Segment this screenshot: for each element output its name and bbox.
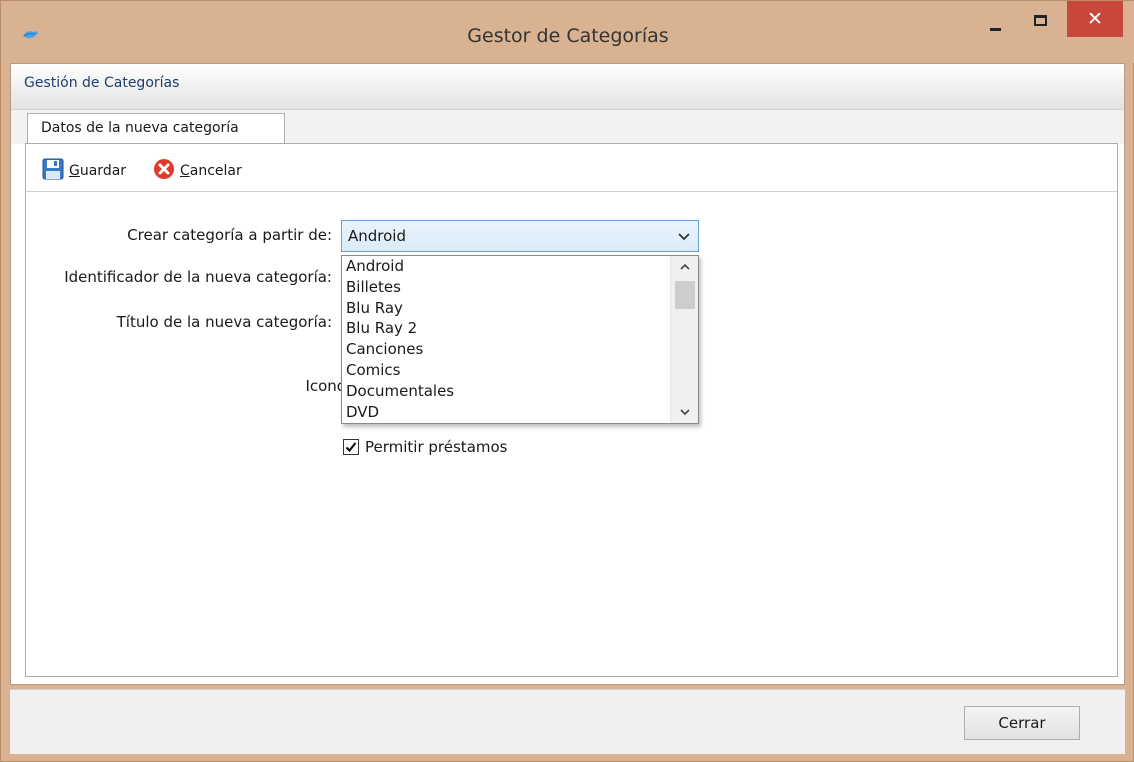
category-title-label: Título de la nueva categoría: xyxy=(116,313,332,331)
save-label: uardar xyxy=(79,163,127,179)
tab-bar: Datos de la nueva categoría xyxy=(11,110,1124,145)
dropdown-option[interactable]: Android xyxy=(342,256,667,277)
chevron-down-icon xyxy=(679,409,690,416)
scroll-down-button[interactable] xyxy=(671,401,698,423)
minimize-button[interactable] xyxy=(979,7,1011,39)
tab-page: Guardar Cancelar Crear categoría a parti… xyxy=(25,143,1118,677)
base-category-label: Crear categoría a partir de: xyxy=(127,226,332,244)
dropdown-option[interactable]: DVD xyxy=(342,402,667,423)
allow-loans-row[interactable]: Permitir préstamos xyxy=(343,438,508,456)
client-area: Gestión de Categorías Datos de la nueva … xyxy=(10,63,1125,685)
scroll-up-button[interactable] xyxy=(671,256,698,278)
cancel-label: ancelar xyxy=(189,163,242,179)
footer: Cerrar xyxy=(10,689,1125,754)
dropdown-option[interactable]: Comics xyxy=(342,360,667,381)
allow-loans-label: Permitir préstamos xyxy=(365,438,508,456)
scrollbar-thumb[interactable] xyxy=(675,281,695,309)
base-category-select[interactable]: Android xyxy=(341,220,699,252)
cancel-icon xyxy=(153,158,175,184)
window: Gestor de Categorías ✕ Gestión de Catego… xyxy=(0,0,1134,762)
save-button[interactable]: Guardar xyxy=(42,158,126,184)
chevron-up-icon xyxy=(679,263,690,270)
close-button[interactable]: Cerrar xyxy=(964,706,1080,740)
base-category-value: Android xyxy=(348,227,406,245)
allow-loans-checkbox[interactable] xyxy=(343,439,359,455)
close-icon: ✕ xyxy=(1087,8,1103,30)
title-bar[interactable]: Gestor de Categorías ✕ xyxy=(1,1,1134,63)
identifier-label: Identificador de la nueva categoría: xyxy=(64,268,332,286)
tab-new-category-data[interactable]: Datos de la nueva categoría xyxy=(27,113,285,145)
dropdown-list: Android Billetes Blu Ray Blu Ray 2 Canci… xyxy=(342,256,667,422)
maximize-button[interactable] xyxy=(1024,7,1056,39)
cancel-button[interactable]: Cancelar xyxy=(153,158,242,184)
save-icon xyxy=(42,158,64,184)
cancel-mnemonic: C xyxy=(180,163,190,179)
dropdown-option[interactable]: Blu Ray 2 xyxy=(342,318,667,339)
section-title: Gestión de Categorías xyxy=(24,75,180,91)
checkmark-icon xyxy=(345,442,357,453)
window-title: Gestor de Categorías xyxy=(467,25,669,47)
save-mnemonic: G xyxy=(69,163,80,179)
dropdown-scrollbar[interactable] xyxy=(670,256,698,423)
dropdown-option[interactable]: Canciones xyxy=(342,339,667,360)
maximize-icon xyxy=(1033,14,1047,26)
dropdown-option[interactable]: Documentales xyxy=(342,381,667,402)
base-category-dropdown: Android Billetes Blu Ray Blu Ray 2 Canci… xyxy=(341,255,699,424)
toolbar: Guardar Cancelar xyxy=(26,144,1117,192)
icon-label: Icono xyxy=(305,377,346,395)
close-window-button[interactable]: ✕ xyxy=(1067,1,1123,37)
section-header: Gestión de Categorías xyxy=(11,64,1124,110)
dropdown-option[interactable]: Blu Ray xyxy=(342,298,667,319)
minimize-icon xyxy=(989,27,1001,31)
chevron-down-icon xyxy=(678,228,690,246)
dropdown-option[interactable]: Billetes xyxy=(342,277,667,298)
